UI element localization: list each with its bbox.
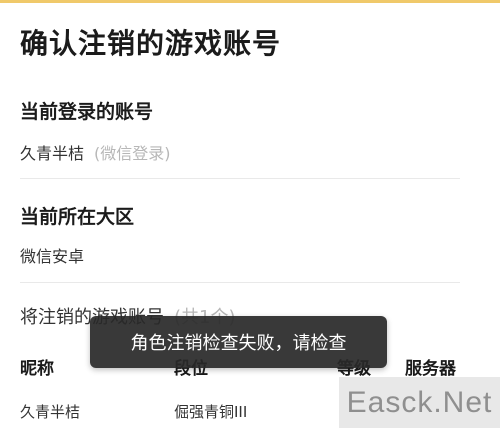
current-region-heading: 当前所在大区 bbox=[20, 206, 135, 228]
column-header-nickname: 昵称 bbox=[20, 359, 54, 379]
cancel-account-page: 确认注销的游戏账号 当前登录的账号 久青半桔 (微信登录) 当前所在大区 微信安卓… bbox=[0, 0, 500, 428]
error-toast: 角色注销检查失败，请检查 bbox=[90, 316, 387, 368]
login-method-label: (微信登录) bbox=[94, 144, 171, 163]
page-title: 确认注销的游戏账号 bbox=[20, 27, 282, 60]
divider bbox=[20, 282, 460, 283]
column-header-server: 服务器 bbox=[405, 359, 456, 379]
current-account-name: 久青半桔 bbox=[20, 144, 85, 163]
error-toast-message: 角色注销检查失败，请检查 bbox=[130, 333, 347, 354]
top-accent-bar bbox=[0, 0, 500, 3]
current-account-heading: 当前登录的账号 bbox=[20, 101, 154, 123]
table-row-rank: 倔强青铜III bbox=[174, 403, 248, 421]
current-region-value: 微信安卓 bbox=[20, 247, 85, 266]
table-row-nickname: 久青半桔 bbox=[20, 403, 81, 421]
watermark-text: Easck.Net bbox=[346, 385, 493, 419]
current-account-info: 久青半桔 (微信登录) bbox=[20, 140, 171, 164]
divider bbox=[20, 178, 460, 179]
site-watermark: Easck.Net bbox=[339, 377, 500, 428]
